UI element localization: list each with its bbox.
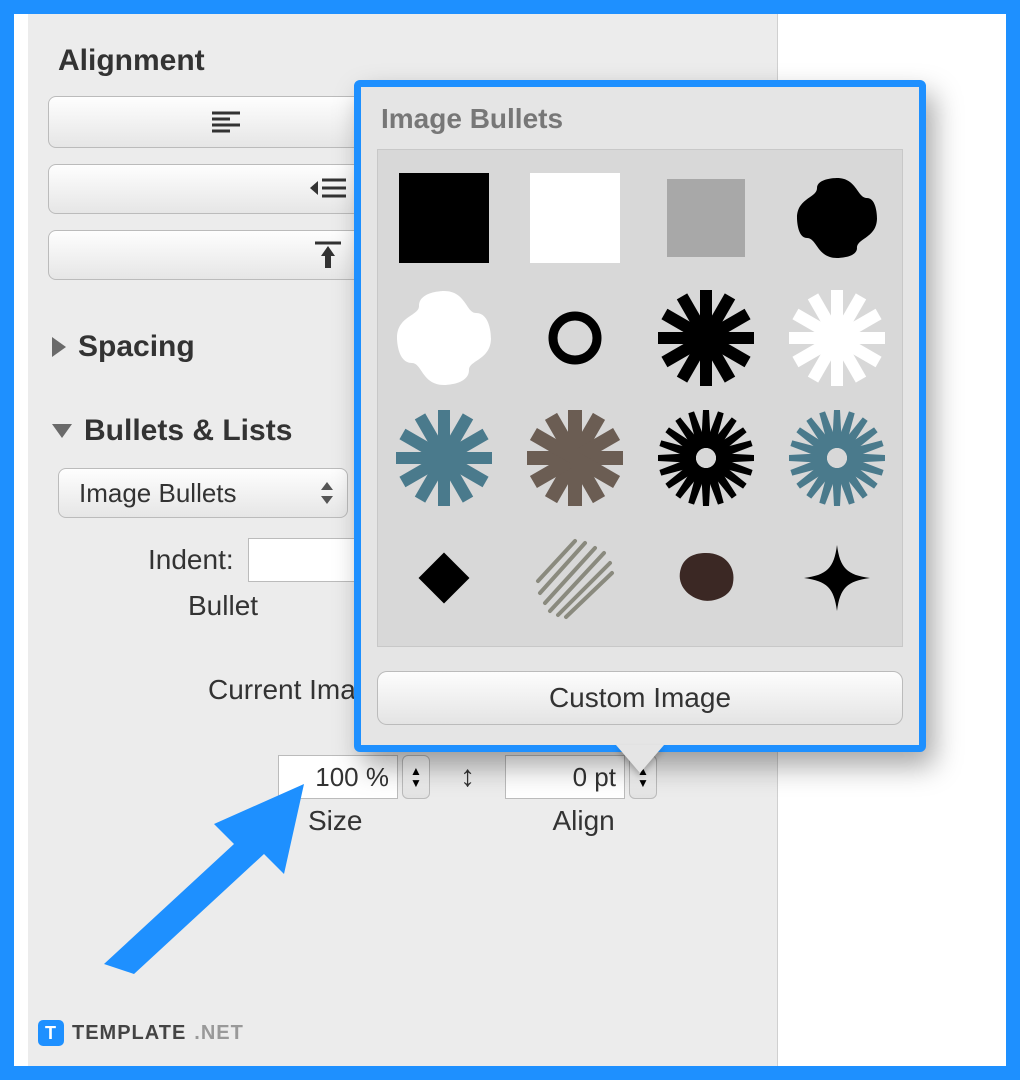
size-stepper: ▲▼	[278, 755, 430, 799]
indent-label: Indent:	[148, 544, 234, 576]
bullet-quatrefoil-black[interactable]	[771, 158, 902, 278]
bullet-diamond-black[interactable]	[378, 518, 509, 638]
align-label: Align	[552, 805, 614, 837]
bullet-square-white[interactable]	[509, 158, 640, 278]
align-left-icon	[211, 111, 241, 133]
spacing-title: Spacing	[78, 330, 195, 364]
indent-bullet-input[interactable]	[248, 538, 368, 582]
bullet-row	[378, 278, 902, 398]
valign-top-icon	[313, 240, 343, 270]
align-left-button[interactable]	[48, 96, 403, 148]
popover-tail-icon	[616, 745, 664, 773]
popover-title: Image Bullets	[381, 103, 899, 135]
bullet-row	[378, 158, 902, 278]
bullet-type-label: Image Bullets	[79, 478, 237, 509]
size-align-labels: Size Align	[308, 805, 757, 837]
bullet-scribble-gray[interactable]	[509, 518, 640, 638]
bullet-asterisk-teal[interactable]	[378, 398, 509, 518]
disclosure-right-icon	[52, 337, 66, 357]
custom-image-button[interactable]: Custom Image	[377, 671, 903, 725]
size-stepper-buttons[interactable]: ▲▼	[402, 755, 430, 799]
watermark: T TEMPLATE .NET	[38, 1020, 244, 1046]
bullet-sunburst-black[interactable]	[640, 398, 771, 518]
custom-image-label: Custom Image	[549, 682, 731, 714]
size-label: Size	[308, 805, 362, 837]
outer-frame: Alignment Spacing Bullets & Lists Image …	[0, 0, 1020, 1080]
bullet-sunburst-teal[interactable]	[771, 398, 902, 518]
bullet-asterisk-brown[interactable]	[509, 398, 640, 518]
bullet-blob-brown[interactable]	[640, 518, 771, 638]
align-input[interactable]	[505, 755, 625, 799]
bullet-quatrefoil-white[interactable]	[378, 278, 509, 398]
size-input[interactable]	[278, 755, 398, 799]
bullet-sparkle-black[interactable]	[771, 518, 902, 638]
bullet-asterisk-black[interactable]	[640, 278, 771, 398]
bullet-circle-outline[interactable]	[509, 278, 640, 398]
alignment-heading: Alignment	[58, 44, 757, 78]
bullet-row	[378, 398, 902, 518]
bullet-square-gray[interactable]	[640, 158, 771, 278]
dropdown-caret-icon	[319, 482, 335, 504]
bullets-title: Bullets & Lists	[84, 414, 292, 448]
bullet-grid	[377, 149, 903, 647]
watermark-text: TEMPLATE	[72, 1022, 186, 1045]
bullet-asterisk-white[interactable]	[771, 278, 902, 398]
bullet-square-black[interactable]	[378, 158, 509, 278]
watermark-tld: .NET	[194, 1022, 244, 1045]
image-bullets-popover: Image Bullets	[354, 80, 926, 752]
vertical-arrows-icon: ↕	[460, 760, 475, 794]
disclosure-down-icon	[52, 424, 72, 438]
bullet-row	[378, 518, 902, 638]
watermark-badge: T	[38, 1020, 64, 1046]
bullet-type-dropdown[interactable]: Image Bullets	[58, 468, 348, 518]
size-align-row: ▲▼ ↕ ▲▼	[278, 755, 757, 799]
indent-decrease-icon	[308, 178, 348, 200]
